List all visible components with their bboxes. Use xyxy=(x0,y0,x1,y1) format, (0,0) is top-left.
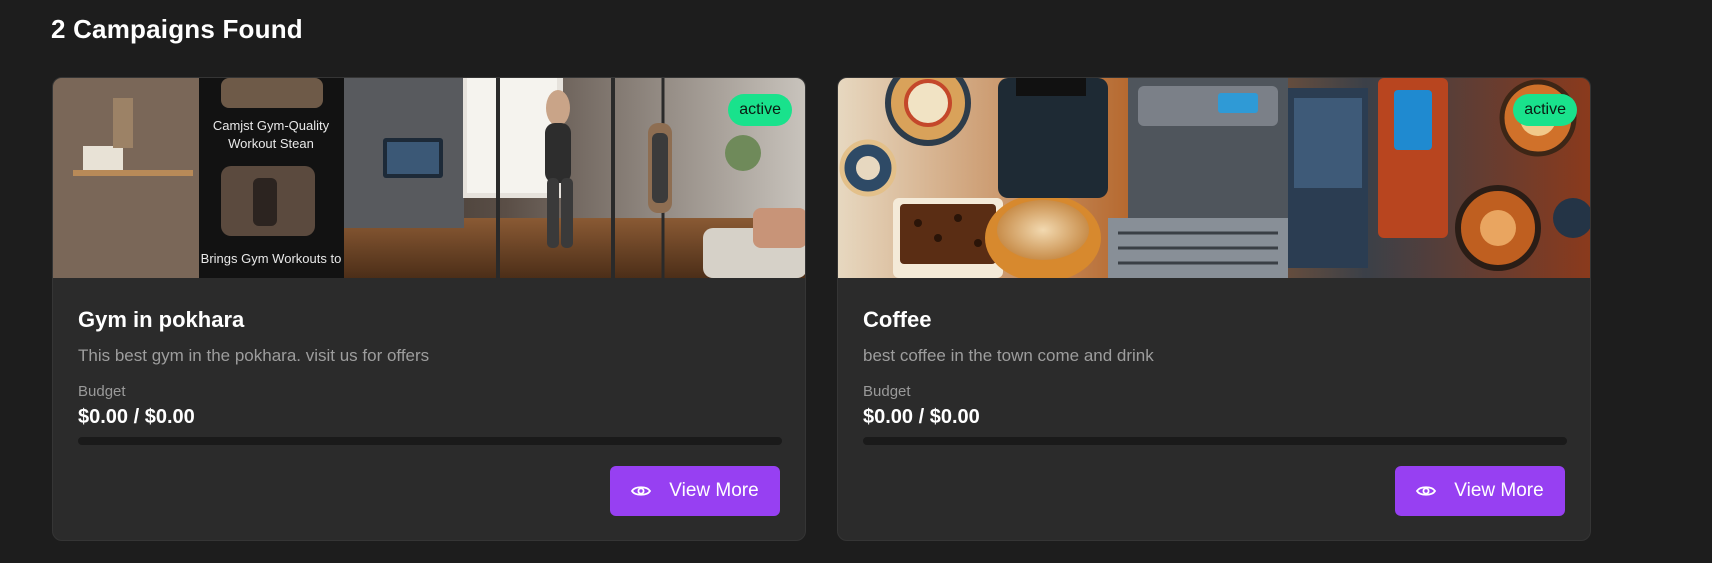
campaign-card-coffee: active Coffee best coffee in the town co… xyxy=(837,77,1591,541)
svg-text:Camjst Gym-Quality: Camjst Gym-Quality xyxy=(213,118,330,133)
campaign-image-coffee: active xyxy=(838,78,1590,278)
svg-text:Workout Stean: Workout Stean xyxy=(228,136,314,151)
campaign-description: This best gym in the pokhara. visit us f… xyxy=(78,346,430,365)
eye-icon xyxy=(631,484,652,498)
page-title: 2 Campaigns Found xyxy=(51,14,303,44)
campaign-description: best coffee in the town come and drink xyxy=(863,346,1154,365)
view-more-label: View More xyxy=(1454,480,1544,501)
campaign-title: Coffee xyxy=(863,307,932,332)
status-badge: active xyxy=(1513,94,1577,126)
budget-progress-bar xyxy=(863,437,1567,445)
campaign-title: Gym in pokhara xyxy=(78,307,245,332)
view-more-label: View More xyxy=(669,480,759,501)
campaign-card-gym: Camjst Gym-Quality Workout Stean Brings … xyxy=(52,77,806,541)
view-more-button[interactable]: View More xyxy=(610,466,780,516)
budget-value: $0.00 / $0.00 xyxy=(863,406,980,428)
campaign-image-gym: Camjst Gym-Quality Workout Stean Brings … xyxy=(53,78,805,278)
budget-progress-bar xyxy=(78,437,782,445)
svg-text:Brings Gym Workouts to: Brings Gym Workouts to xyxy=(201,251,342,266)
view-more-button[interactable]: View More xyxy=(1395,466,1565,516)
status-badge: active xyxy=(728,94,792,126)
budget-label: Budget xyxy=(863,383,911,400)
eye-icon xyxy=(1416,484,1437,498)
budget-value: $0.00 / $0.00 xyxy=(78,406,195,428)
budget-label: Budget xyxy=(78,383,126,400)
